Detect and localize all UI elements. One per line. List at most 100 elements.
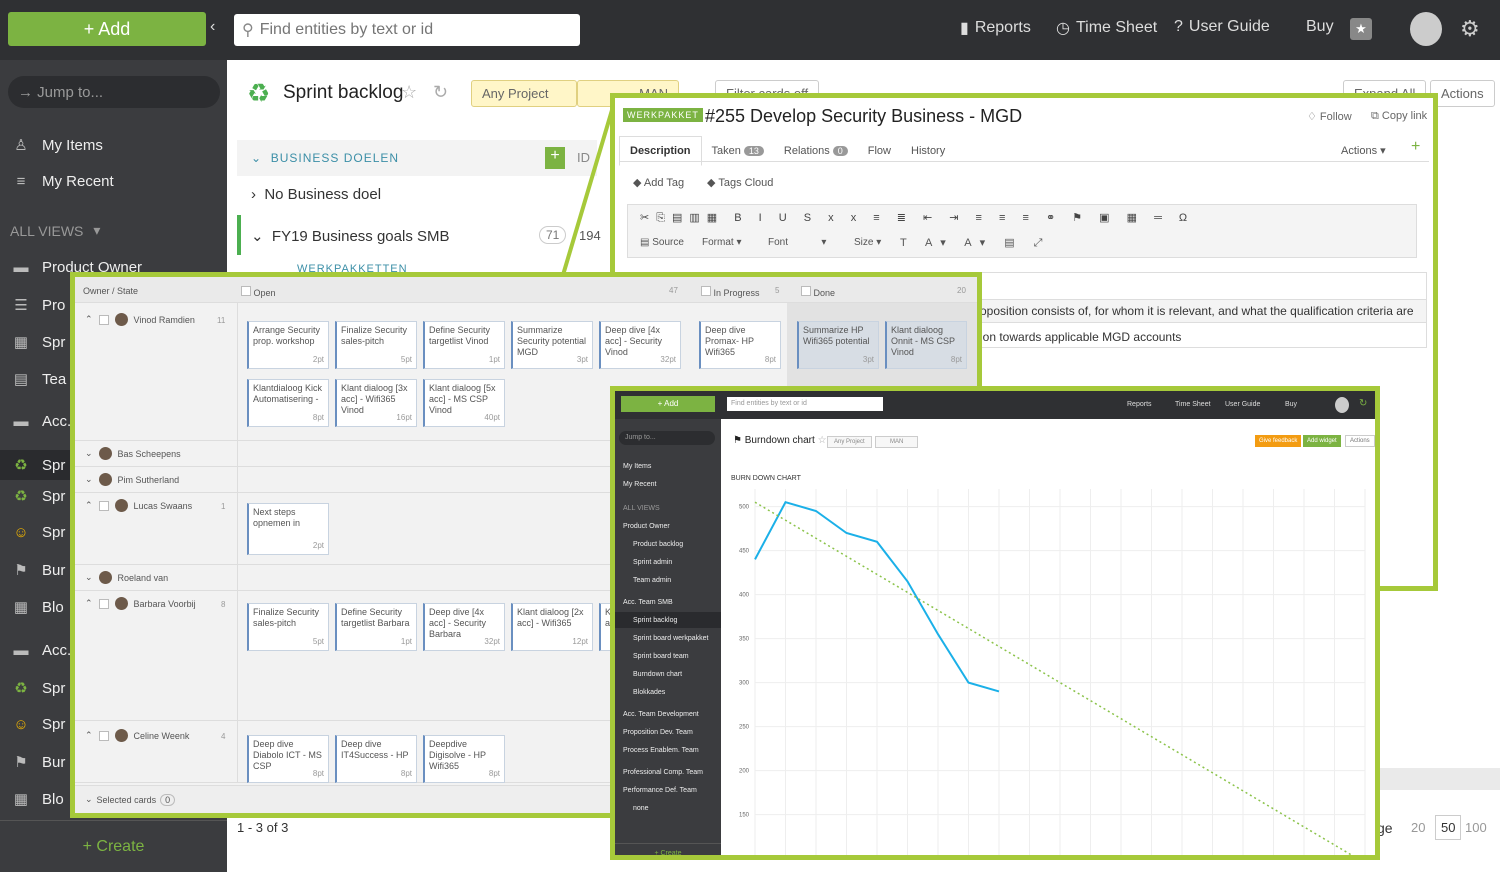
mini-create-button[interactable]: + Create [615, 843, 721, 855]
mini-project-filter[interactable]: Any Project [827, 436, 872, 448]
mini-nav-item[interactable]: Acc. Team Development [623, 711, 699, 718]
star-icon[interactable]: ☆ [818, 435, 827, 446]
task-card[interactable]: Klantdialoog Kick Automatisering - 8pt [247, 379, 329, 427]
checkbox[interactable] [98, 598, 109, 609]
checkbox[interactable] [98, 500, 109, 511]
card-points: 1pt [488, 355, 500, 364]
mini-nav-item[interactable]: Sprint board werkpakket [633, 635, 708, 642]
mini-nav-item[interactable]: Team admin [633, 577, 671, 584]
task-card[interactable]: Finalize Security sales-pitch 5pt [247, 603, 329, 651]
tab-history[interactable]: History [901, 137, 955, 165]
owner-row[interactable]: ⌄ Roeland van [85, 571, 168, 584]
task-card[interactable]: Deep dive [4x acc] - Security Vinod 32pt [599, 321, 681, 369]
column-open[interactable]: Open [241, 286, 276, 298]
card-title: Deep dive [4x acc] - Security Vinod [605, 325, 663, 357]
copy-link-label: Copy link [1381, 110, 1428, 122]
task-card[interactable]: Deep dive Promax- HP Wifi365 8pt [699, 321, 781, 369]
mini-nav-item[interactable]: Product backlog [633, 541, 683, 548]
owner-row[interactable]: ⌄ Bas Scheepens [85, 447, 181, 460]
task-card[interactable]: Klant dialoog [3x acc] - Wifi365 Vinod 16… [335, 379, 417, 427]
mini-nav-item[interactable]: Proposition Dev. Team [623, 729, 693, 736]
tab-taken[interactable]: Taken 13 [702, 137, 774, 165]
tab-relations[interactable]: Relations 0 [774, 137, 858, 165]
mini-nav-item[interactable]: Acc. Team SMB [623, 599, 673, 606]
mini-nav-item[interactable]: Sprint backlog [633, 617, 677, 624]
copy-link[interactable]: ⧉ Copy link [1371, 110, 1427, 123]
owner-row[interactable]: ⌄ Pim Sutherland [85, 473, 179, 486]
y-tick-label: 150 [739, 813, 750, 819]
task-card[interactable]: Deep dive Diabolo ICT - MS CSP 8pt [247, 735, 329, 783]
task-card[interactable]: Finalize Security sales-pitch 5pt [335, 321, 417, 369]
mini-nav-item[interactable]: My Items [623, 463, 651, 470]
add-icon[interactable]: + [1411, 138, 1420, 156]
owner-name: Roeland van [117, 572, 169, 583]
mini-nav-item[interactable]: Process Enablem. Team [623, 747, 699, 754]
mini-search-input[interactable]: Find entities by text or id [727, 397, 883, 411]
actions-dropdown[interactable]: Actions ▾ [1341, 144, 1386, 157]
owner-row[interactable]: ⌃ Vinod Ramdien [85, 313, 195, 326]
checkbox[interactable] [701, 286, 711, 296]
task-card[interactable]: Klant dialoog Onnit - MS CSP Vinod 8pt [885, 321, 967, 369]
task-card[interactable]: Deep dive IT4Success - HP 8pt [335, 735, 417, 783]
format-select[interactable]: Format ▾ [702, 237, 741, 248]
mini-user-guide[interactable]: User Guide [1225, 401, 1260, 408]
tab-description[interactable]: Description [619, 136, 702, 166]
mini-nav-item[interactable]: My Recent [623, 481, 656, 488]
owner-row[interactable]: ⌃ Lucas Swaans [85, 499, 192, 512]
mini-reports[interactable]: Reports [1127, 401, 1152, 408]
task-card[interactable]: Summarize Security potential MGD 3pt [511, 321, 593, 369]
mini-nav-item[interactable]: Sprint admin [633, 559, 672, 566]
owner-name: Celine Weenk [133, 730, 190, 741]
checkbox[interactable] [241, 286, 251, 296]
mini-nav-item[interactable]: Blokkades [633, 689, 665, 696]
checkbox[interactable] [98, 730, 109, 741]
task-card[interactable]: Klant dialoog [2x acc] - Wifi365 12pt [511, 603, 593, 651]
task-card[interactable]: Define Security targetlist Vinod 1pt [423, 321, 505, 369]
mini-nav-item[interactable]: ALL VIEWS [623, 505, 660, 512]
checkbox[interactable] [98, 314, 109, 325]
task-card[interactable]: Define Security targetlist Barbara 1pt [335, 603, 417, 651]
tab-flow[interactable]: Flow [858, 137, 901, 165]
task-card[interactable]: Klant dialoog [5x acc] - MS CSP Vinod 40p… [423, 379, 505, 427]
column-in-progress[interactable]: In Progress [701, 286, 760, 298]
mini-jump-input[interactable]: Jump to... [619, 431, 715, 445]
owner-count: 11 [217, 316, 226, 325]
formatting-icons[interactable]: ✂⎘▤▥▦ B I U S x x ≡ ≣ ⇤ ⇥ ≡ ≡ ≡ ⚭ ⚑ ▣ ▦ … [640, 211, 1194, 225]
mini-nav-item[interactable]: Professional Comp. Team [623, 769, 703, 776]
mini-nav-item[interactable]: Product Owner [623, 523, 670, 530]
source-label: Source [652, 237, 684, 248]
source-button[interactable]: ▤ Source [640, 237, 684, 248]
mini-man-filter[interactable]: MAN [875, 436, 919, 448]
mini-buy[interactable]: Buy [1285, 401, 1297, 408]
mini-nav-item[interactable]: Sprint board team [633, 653, 689, 660]
mini-nav-item[interactable]: Burndown chart [633, 671, 682, 678]
follow-link[interactable]: ♢ Follow [1307, 110, 1352, 123]
tags-cloud-button[interactable]: ◆ Tags Cloud [707, 176, 773, 189]
mini-avatar[interactable] [1335, 397, 1349, 413]
owner-row[interactable]: ⌃ Celine Weenk [85, 729, 189, 742]
give-feedback-button[interactable]: Give feedback [1255, 435, 1302, 447]
mini-add-button[interactable]: + Add [621, 396, 715, 412]
task-card[interactable]: Next steps opnemen in 2pt [247, 503, 329, 555]
chevron-down-icon: ⌄ [85, 572, 93, 582]
mini-refresh-icon[interactable]: ↻ [1359, 398, 1367, 409]
size-select[interactable]: Size ▾ [854, 237, 881, 248]
task-card[interactable]: Deepdive Digisolve - HP Wifi365 8pt [423, 735, 505, 783]
count-badge: 0 [160, 793, 176, 806]
add-widget-button[interactable]: Add widget [1303, 435, 1341, 447]
avatar [114, 313, 128, 326]
task-card[interactable]: Deep dive [4x acc] - Security Barbara 32p… [423, 603, 505, 651]
tag-icon: ◆ [633, 177, 644, 189]
style-icons[interactable]: T A▾ A▾ ▤ ⤢ [900, 236, 1050, 250]
checkbox[interactable] [801, 286, 811, 296]
mini-timesheet[interactable]: Time Sheet [1175, 401, 1211, 408]
task-card[interactable]: Arrange Security prop. workshop 2pt [247, 321, 329, 369]
mini-nav-item[interactable]: none [633, 805, 649, 812]
mini-nav-item[interactable]: Performance Def. Team [623, 787, 697, 794]
owner-row[interactable]: ⌃ Barbara Voorbij [85, 597, 196, 610]
font-select[interactable]: Font ▾ [768, 237, 826, 248]
column-done[interactable]: Done [801, 286, 835, 298]
add-tag-button[interactable]: ◆ Add Tag [633, 176, 684, 189]
mini-actions-button[interactable]: Actions [1345, 435, 1375, 447]
task-card[interactable]: Summarize HP Wifi365 potential 3pt [797, 321, 879, 369]
